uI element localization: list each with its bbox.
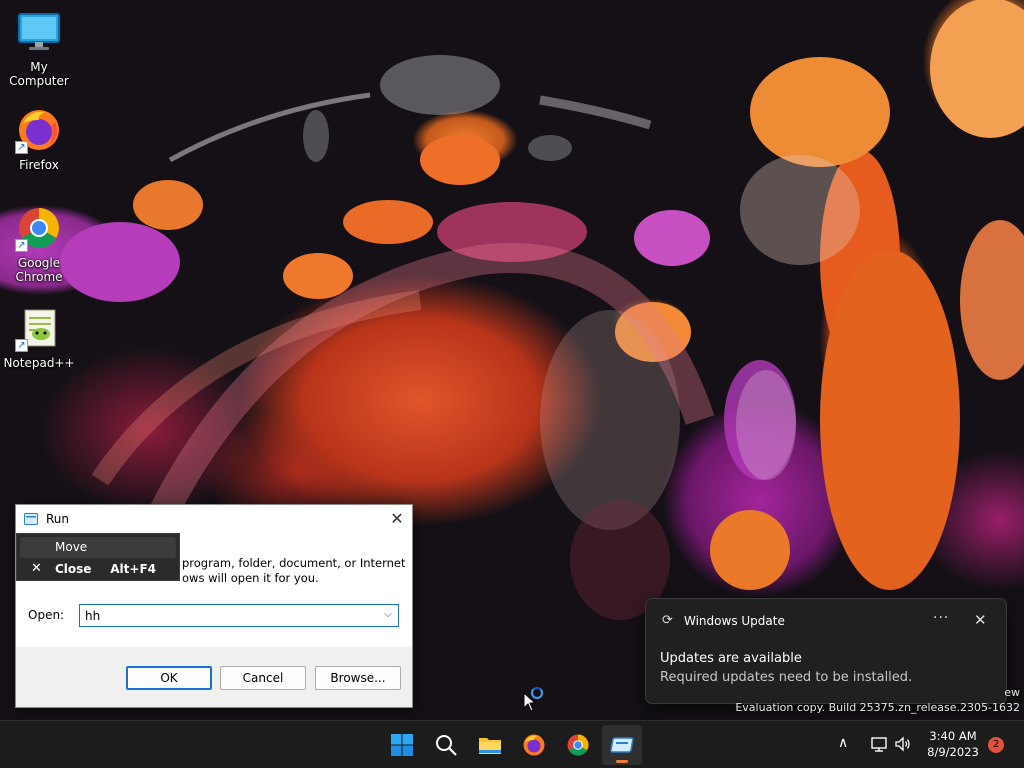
search-icon (436, 735, 457, 756)
firefox-icon (523, 734, 545, 756)
clock-date[interactable]: 8/9/2023 (922, 745, 984, 759)
os-watermark-line-2: Evaluation copy. Build 25375.zn_release.… (735, 701, 1020, 714)
volume-icon[interactable] (894, 735, 912, 753)
notification-app-name: Windows Update (684, 614, 785, 628)
desktop-icon-google-chrome[interactable]: ↗ Google Chrome (0, 204, 78, 284)
network-icon[interactable] (870, 735, 888, 753)
notepadpp-icon: ↗ (15, 304, 63, 352)
windows-start-icon (391, 734, 413, 756)
run-description-line-2: ows will open it for you. (182, 571, 319, 585)
open-combobox[interactable]: ⌵ (79, 604, 399, 627)
run-titlebar[interactable]: Run ✕ (16, 505, 412, 534)
chrome-icon (567, 734, 589, 756)
chevron-down-icon[interactable]: ⌵ (379, 605, 397, 626)
desktop-icon-notepadpp[interactable]: ↗ Notepad++ (0, 304, 78, 370)
close-icon: ✕ (31, 561, 42, 576)
chrome-icon: ↗ (15, 204, 63, 252)
desktop-icon-label: Notepad++ (3, 356, 75, 370)
close-icon[interactable]: ✕ (974, 611, 987, 629)
window-system-menu: Move ✕ Close Alt+F4 (16, 533, 180, 581)
menu-item-label: Move (55, 540, 88, 554)
desktop-icon-my-computer[interactable]: My Computer (0, 8, 78, 88)
run-app-icon (610, 737, 634, 753)
clock-time[interactable]: 3:40 AM (922, 729, 984, 743)
os-watermark-line-1: ew (1004, 686, 1020, 699)
busy-spinner-icon (531, 687, 543, 699)
browse-button[interactable]: Browse... (315, 666, 401, 690)
desktop-icon-firefox[interactable]: ↗ Firefox (0, 106, 78, 172)
cancel-button[interactable]: Cancel (220, 666, 306, 690)
menu-item-shortcut: Alt+F4 (110, 562, 156, 576)
shortcut-arrow-icon: ↗ (15, 141, 28, 154)
notification-body: Required updates need to be installed. (660, 670, 913, 685)
notification-count-badge[interactable]: 2 (988, 737, 1004, 753)
close-icon[interactable]: ✕ (388, 510, 406, 528)
notification-title: Updates are available (660, 651, 802, 666)
desktop-icon-label: Google Chrome (15, 256, 63, 284)
folder-icon (479, 738, 501, 754)
more-options-icon[interactable]: ··· (933, 610, 949, 626)
taskbar-start-button[interactable] (382, 725, 422, 765)
firefox-icon: ↗ (15, 106, 63, 154)
taskbar-chrome[interactable] (558, 725, 598, 765)
active-app-indicator (616, 760, 628, 763)
shortcut-arrow-icon: ↗ (15, 239, 28, 252)
desktop-icon-label: My Computer (9, 60, 69, 88)
sync-icon: ⟳ (662, 613, 673, 628)
taskbar-run-app[interactable] (602, 725, 642, 765)
shortcut-arrow-icon: ↗ (15, 339, 28, 352)
menu-item-move[interactable]: Move (20, 537, 176, 558)
taskbar: ∧ 3:40 AM 8/9/2023 2 (0, 720, 1024, 768)
open-input[interactable] (80, 605, 376, 626)
menu-item-label: Close (55, 562, 92, 576)
run-description-line-1: program, folder, document, or Internet (182, 556, 406, 570)
desktop-icon-label: Firefox (19, 158, 59, 172)
ok-button[interactable]: OK (126, 666, 212, 690)
open-label: Open: (28, 608, 65, 622)
run-app-icon (24, 513, 38, 525)
menu-item-close[interactable]: ✕ Close Alt+F4 (20, 559, 176, 580)
taskbar-firefox[interactable] (514, 725, 554, 765)
run-description: program, folder, document, or Internet o… (182, 556, 407, 586)
taskbar-search-button[interactable] (426, 725, 466, 765)
chevron-up-icon[interactable]: ∧ (838, 735, 848, 751)
run-dialog-title: Run (46, 512, 70, 526)
monitor-icon (15, 8, 63, 56)
taskbar-file-explorer[interactable] (470, 725, 510, 765)
notification-toast[interactable]: ⟳ Windows Update ··· ✕ Updates are avail… (645, 598, 1007, 704)
